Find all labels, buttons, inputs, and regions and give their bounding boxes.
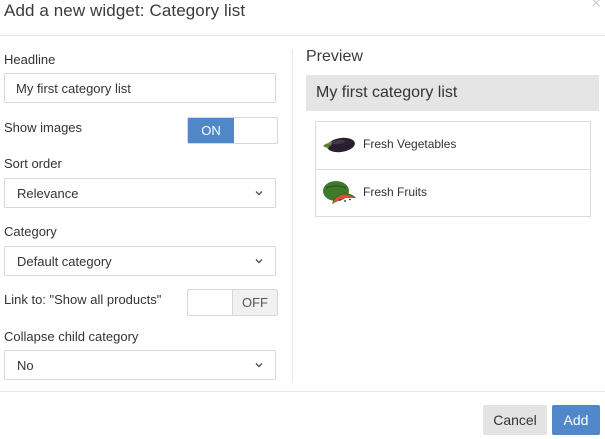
cancel-button[interactable]: Cancel <box>483 405 547 435</box>
footer-divider <box>0 391 605 392</box>
sort-order-label: Sort order <box>4 156 62 171</box>
chevron-down-icon <box>255 191 263 196</box>
dialog-title: Add a new widget: Category list <box>4 1 246 20</box>
category-label: Category <box>4 224 57 239</box>
headline-label: Headline <box>4 52 56 67</box>
preview-label: Preview <box>306 48 363 65</box>
sort-order-value: Relevance <box>17 186 79 201</box>
chevron-down-icon <box>255 363 263 368</box>
column-divider <box>292 49 293 382</box>
sort-order-select[interactable]: Relevance <box>4 178 276 208</box>
category-select[interactable]: Default category <box>4 246 276 276</box>
title-divider <box>0 35 605 36</box>
preview-item-label: Fresh Vegetables <box>363 137 457 151</box>
preview-item-fresh-vegetables[interactable]: Fresh Vegetables <box>316 122 590 169</box>
preview-headline: My first category list <box>306 75 599 111</box>
collapse-child-select[interactable]: No <box>4 350 276 380</box>
preview-item-label: Fresh Fruits <box>363 185 428 199</box>
preview-item-fresh-fruits[interactable]: Fresh Fruits <box>316 169 590 216</box>
show-images-toggle-on: ON <box>188 118 234 143</box>
show-images-label: Show images <box>4 120 83 135</box>
preview-category-list: Fresh Vegetables Fresh Fruits <box>315 121 591 217</box>
category-value: Default category <box>17 254 112 269</box>
close-icon[interactable]: × <box>592 0 601 14</box>
eggplant-icon <box>323 137 355 153</box>
link-to-label: Link to: "Show all products" <box>4 292 162 307</box>
link-to-toggle-off: OFF <box>232 290 277 315</box>
collapse-child-value: No <box>17 358 34 373</box>
link-to-toggle[interactable]: OFF <box>187 289 278 316</box>
collapse-child-label: Collapse child category <box>4 329 139 344</box>
show-images-toggle[interactable]: ON <box>187 117 278 144</box>
watermelon-icon <box>323 181 356 204</box>
add-button[interactable]: Add <box>552 405 600 435</box>
chevron-down-icon <box>255 259 263 264</box>
headline-input[interactable] <box>4 73 276 103</box>
